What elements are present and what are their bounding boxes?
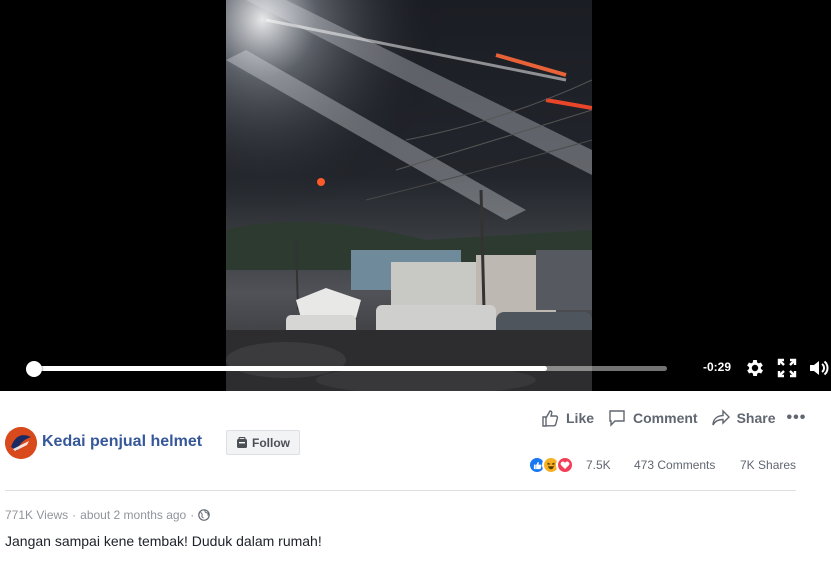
video-frame[interactable] [226,0,592,391]
divider [5,490,796,491]
post-meta: 771K Views · about 2 months ago · [5,508,211,522]
timestamp-link[interactable]: about 2 months ago [80,508,186,522]
share-label: Share [736,410,776,426]
fullscreen-icon[interactable] [776,357,798,379]
shares-count[interactable]: 7K Shares [740,458,796,472]
meta-separator: · [190,508,195,522]
video-scene-image [226,0,592,391]
reaction-icons[interactable] [528,456,574,474]
post-actions: Like Comment Share ••• [540,408,806,428]
page-logo-icon [5,427,37,459]
follow-button[interactable]: Follow [226,430,300,455]
share-arrow-icon [711,409,730,426]
video-progress-fill [34,366,547,371]
follow-button-label: Follow [252,435,290,450]
video-progress-knob[interactable] [26,361,42,377]
share-button[interactable]: Share [711,408,776,428]
video-player[interactable]: -0:29 [0,0,831,391]
gear-icon[interactable] [744,357,766,379]
reaction-count[interactable]: 7.5K [586,458,611,472]
volume-icon[interactable] [808,357,830,379]
video-post: -0:29 Kedai penjual helmet Follow Like C… [0,0,831,569]
views-count: 771K Views [5,508,69,522]
thumbs-up-icon [542,410,559,427]
comment-icon [609,410,625,427]
post-caption: Jangan sampai kene tembak! Duduk dalam r… [5,533,322,549]
video-controls: -0:29 [0,348,831,391]
globe-icon [198,509,211,521]
page-avatar[interactable] [5,427,37,459]
video-progress-bar[interactable] [26,361,667,377]
like-button[interactable]: Like [540,408,594,428]
comment-button[interactable]: Comment [607,408,698,428]
comments-count[interactable]: 473 Comments [634,458,715,472]
time-remaining: -0:29 [703,360,732,374]
more-options-icon[interactable]: ••• [787,409,807,427]
page-name-link[interactable]: Kedai penjual helmet [42,433,202,451]
like-label: Like [566,410,595,426]
follow-icon [237,436,247,448]
post-stats: 7.5K 473 Comments 7K Shares [528,456,798,474]
love-reaction-icon [556,456,574,474]
meta-separator: · [72,508,77,522]
comment-label: Comment [633,410,698,426]
